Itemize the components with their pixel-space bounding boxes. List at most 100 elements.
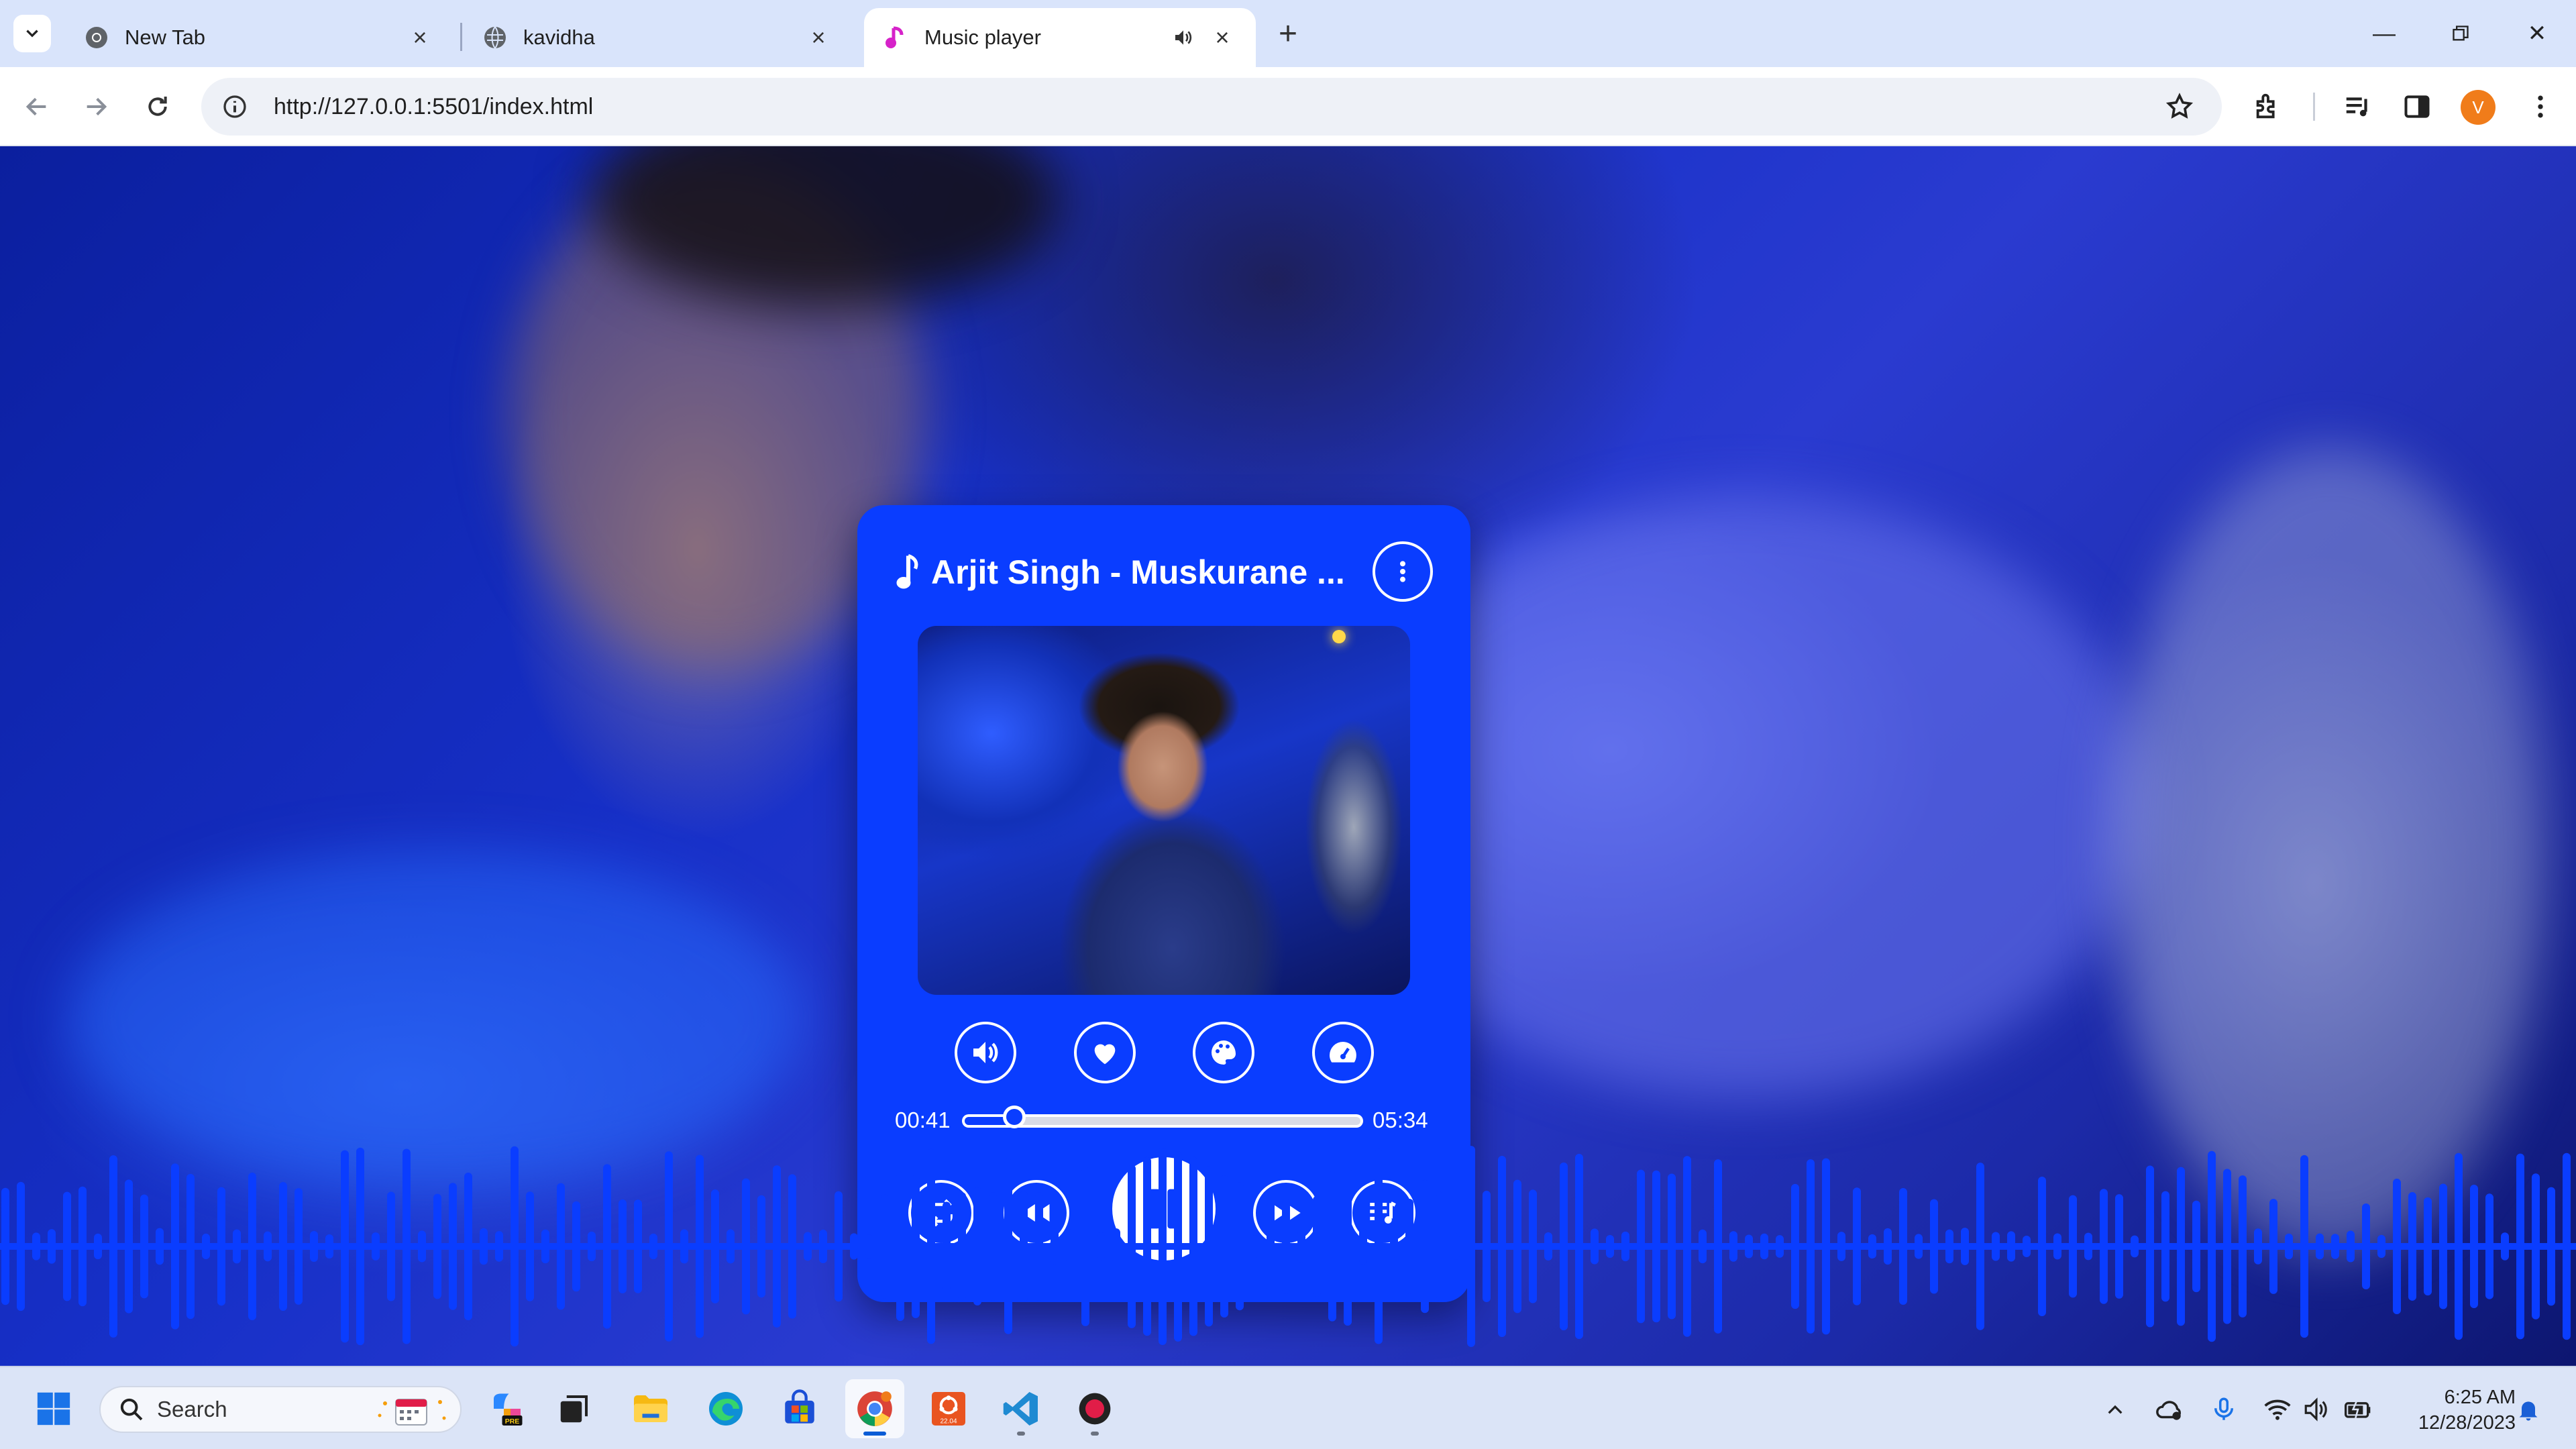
search-icon <box>120 1398 143 1421</box>
file-explorer-icon <box>634 1395 667 1422</box>
taskbar-ubuntu[interactable]: 22.04 <box>919 1379 978 1438</box>
microphone-status[interactable] <box>2207 1393 2241 1426</box>
volume-button[interactable] <box>955 1022 1016 1083</box>
taskbar-vscode[interactable] <box>991 1379 1051 1438</box>
action-buttons <box>857 1022 1470 1086</box>
vscode-icon <box>1003 1392 1038 1426</box>
onedrive-status[interactable] <box>2153 1393 2187 1426</box>
ubuntu-icon: 22.04 <box>932 1392 965 1426</box>
close-icon[interactable]: × <box>805 23 832 51</box>
recorder-icon <box>1079 1393 1111 1425</box>
back-button[interactable] <box>16 86 58 127</box>
chevron-down-icon <box>26 30 38 38</box>
battery-status[interactable] <box>2341 1393 2375 1426</box>
taskbar-file-explorer[interactable] <box>621 1379 680 1438</box>
restore-icon <box>2453 25 2469 41</box>
new-tab-button[interactable]: + <box>1269 15 1307 52</box>
notifications-button[interactable] <box>2512 1393 2545 1426</box>
start-button[interactable] <box>24 1379 83 1438</box>
reload-button[interactable] <box>137 86 178 127</box>
audio-visualizer <box>0 1146 2576 1347</box>
media-controls-icon[interactable] <box>2337 86 2379 127</box>
clock-date: 12/28/2023 <box>2418 1412 2516 1434</box>
tab-title: kavidha <box>523 25 595 49</box>
volume-status[interactable] <box>2300 1393 2333 1426</box>
kebab-menu-icon[interactable] <box>2520 86 2561 127</box>
album-art <box>918 626 1410 995</box>
taskbar-chrome[interactable] <box>845 1379 904 1438</box>
chevron-up-icon <box>2108 1405 2123 1414</box>
side-panel-icon[interactable] <box>2396 86 2438 127</box>
tab-title: New Tab <box>125 25 206 49</box>
reload-icon <box>148 97 167 116</box>
music-note-icon <box>884 25 908 50</box>
tab-search-button[interactable] <box>13 15 51 52</box>
volume-icon <box>973 1042 998 1063</box>
cloud-sync-icon <box>2156 1401 2182 1420</box>
background-guitar-shape <box>67 851 805 1186</box>
taskbar-store[interactable] <box>770 1379 829 1438</box>
background-image: Arjit Singh - Muskurane ... 00:41 05:34 <box>0 146 2576 1366</box>
system-clock[interactable]: 6:25 AM 12/28/2023 <box>2388 1385 2516 1436</box>
extensions-icon[interactable] <box>2247 86 2289 127</box>
site-info-icon[interactable] <box>215 87 255 127</box>
bookmark-star-icon[interactable] <box>2160 87 2199 126</box>
close-icon[interactable]: × <box>1209 23 1236 51</box>
taskbar-recorder[interactable] <box>1065 1379 1124 1438</box>
address-bar[interactable]: http://127.0.0.1:5501/index.html <box>201 78 2222 136</box>
ubuntu-version-badge: 22.04 <box>940 1417 957 1425</box>
show-hidden-icons-button[interactable] <box>2098 1393 2132 1426</box>
arrow-left-icon <box>25 97 46 116</box>
plus-icon: + <box>1278 15 1298 52</box>
more-options-button[interactable] <box>1373 541 1433 602</box>
microphone-icon <box>2214 1397 2233 1420</box>
favorite-button[interactable] <box>1074 1022 1136 1083</box>
browser-toolbar: http://127.0.0.1:5501/index.html <box>0 67 2576 146</box>
toolbar-divider <box>2313 93 2315 121</box>
tab-strip: New Tab × kavidha × Music player × + — ✕ <box>0 0 2576 67</box>
running-indicator <box>1017 1432 1025 1436</box>
windows-logo-icon <box>37 1392 70 1426</box>
taskbar-search[interactable]: Search <box>99 1386 462 1433</box>
globe-icon <box>483 25 507 50</box>
heart-icon <box>1094 1044 1116 1065</box>
wifi-icon <box>2264 1399 2291 1420</box>
url-text: http://127.0.0.1:5501/index.html <box>274 93 594 119</box>
minimize-icon: — <box>2373 20 2396 46</box>
chrome-icon <box>857 1391 892 1426</box>
song-title: Arjit Singh - Muskurane ... <box>931 553 1345 591</box>
current-time: 00:41 <box>895 1108 951 1132</box>
progress-handle[interactable] <box>1003 1106 1026 1128</box>
tab-kavidha[interactable]: kavidha × <box>463 8 852 67</box>
windows-taskbar: Search PRE 22.04 6:25 AM 12/28/2023 <box>0 1366 2576 1449</box>
chrome-icon <box>85 25 109 50</box>
duration: 05:34 <box>1373 1108 1428 1132</box>
running-indicator <box>1091 1432 1099 1436</box>
tab-music-player[interactable]: Music player × <box>864 8 1256 67</box>
taskbar-task-view[interactable] <box>545 1379 604 1438</box>
wifi-status[interactable] <box>2261 1393 2294 1426</box>
store-icon <box>785 1389 814 1424</box>
tab-separator <box>460 23 462 51</box>
forward-button[interactable] <box>75 86 117 127</box>
minimize-button[interactable]: — <box>2351 9 2418 58</box>
task-view-icon <box>560 1395 588 1423</box>
speed-button[interactable] <box>1312 1022 1374 1083</box>
edge-icon <box>709 1392 743 1426</box>
taskbar-edge[interactable] <box>696 1379 755 1438</box>
profile-avatar[interactable]: V <box>2461 90 2496 125</box>
background-drum-shape <box>2113 448 2549 1253</box>
speedometer-icon <box>1330 1042 1356 1063</box>
taskbar-copilot[interactable]: PRE <box>478 1379 537 1438</box>
close-icon: ✕ <box>2527 21 2547 46</box>
close-window-button[interactable]: ✕ <box>2504 9 2571 58</box>
player-header: Arjit Singh - Muskurane ... <box>895 545 1432 599</box>
kebab-menu-icon <box>1400 561 1405 582</box>
theme-button[interactable] <box>1193 1022 1254 1083</box>
tab-audio-icon[interactable] <box>1170 24 1197 51</box>
tab-new-tab[interactable]: New Tab × <box>64 8 453 67</box>
tab-title: Music player <box>924 25 1041 49</box>
copilot-pre-icon: PRE <box>494 1393 523 1426</box>
close-icon[interactable]: × <box>407 23 433 51</box>
restore-button[interactable] <box>2427 9 2494 58</box>
